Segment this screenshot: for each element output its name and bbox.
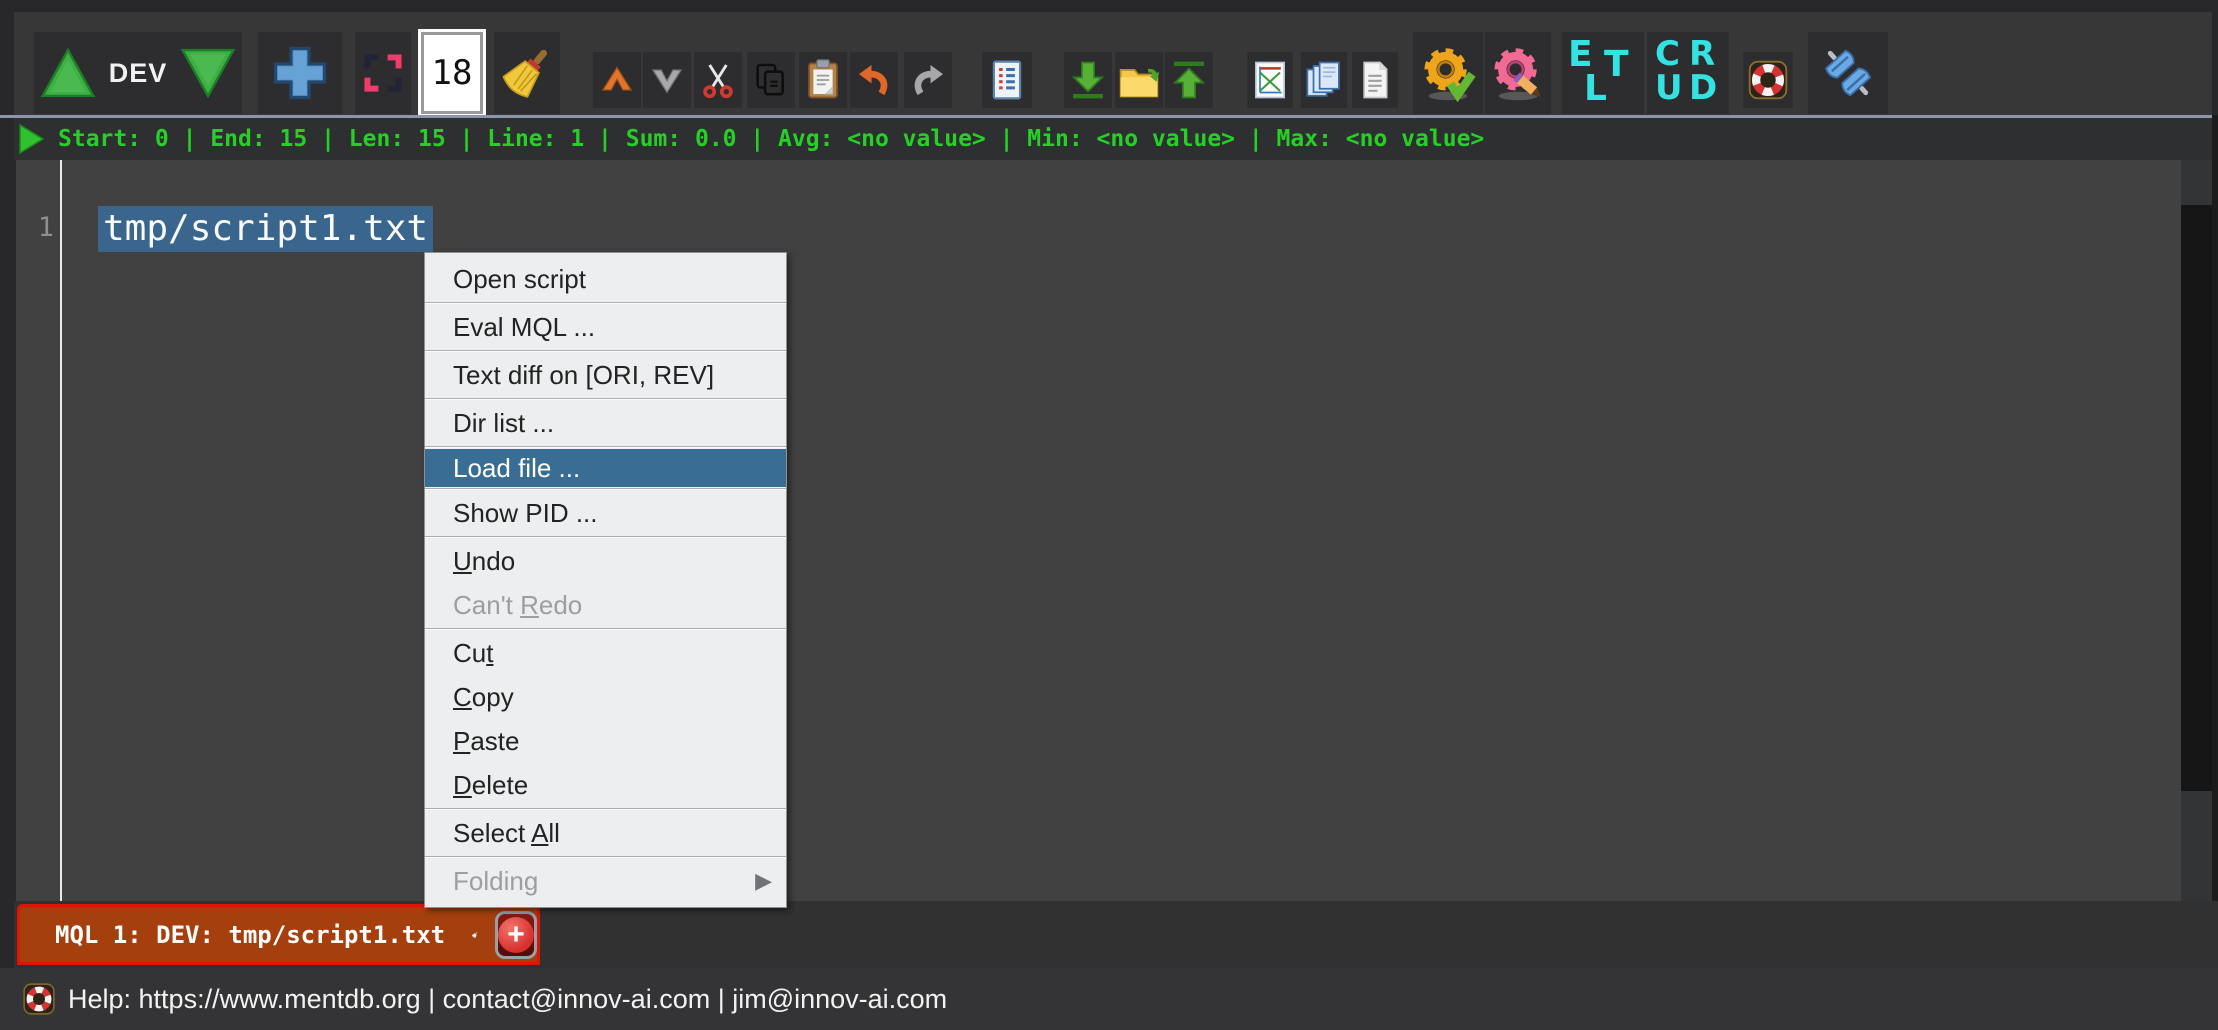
- menu-item-text-diff-on-ori-rev[interactable]: Text diff on [ORI, REV]: [425, 353, 786, 397]
- help-text: Help: https://www.mentdb.org | contact@i…: [68, 983, 948, 1014]
- menu-separator: [425, 398, 786, 400]
- menu-item-paste[interactable]: Paste: [425, 719, 786, 763]
- tab-bar: MQL 1: DEV: tmp/script1.txt +: [14, 901, 2218, 968]
- chart-button[interactable]: [1247, 52, 1293, 108]
- line-number: 1: [37, 212, 54, 243]
- document-list-icon: [986, 59, 1028, 101]
- selection-status-bar: Start: 0 | End: 15 | Len: 15 | Line: 1 |…: [14, 118, 2212, 160]
- chart-icon: [1250, 60, 1290, 100]
- lifebuoy-icon: [1746, 58, 1790, 102]
- plus-icon: [269, 42, 331, 104]
- menu-item-can-t-redo[interactable]: Can't Redo: [425, 583, 786, 627]
- crud-button-letters: CRUD: [1655, 34, 1718, 108]
- menu-separator: [425, 856, 786, 858]
- document-button[interactable]: [1352, 52, 1398, 108]
- redo-button[interactable]: [904, 52, 952, 108]
- menu-item-cut[interactable]: Cut: [425, 631, 786, 675]
- menu-item-load-file[interactable]: Load file ...: [425, 449, 786, 487]
- menu-separator: [425, 536, 786, 538]
- navigate-up-button[interactable]: [593, 52, 641, 108]
- tab-add-button[interactable]: +: [495, 910, 537, 959]
- folder-icon: [1117, 58, 1161, 102]
- tab-broom-icon[interactable]: [471, 913, 479, 957]
- open-folder-button[interactable]: [1115, 52, 1163, 108]
- code-editor[interactable]: 1 tmp/script1.txt: [16, 160, 2181, 901]
- pages-button[interactable]: [1301, 52, 1347, 108]
- font-size-value: 18: [418, 29, 486, 117]
- chevron-down-icon: [647, 60, 687, 100]
- cut-button[interactable]: [694, 52, 742, 108]
- plus-icon: +: [498, 916, 534, 953]
- lifebuoy-icon: [23, 983, 55, 1015]
- stacked-pages-icon: [1303, 59, 1345, 101]
- menu-item-dir-list[interactable]: Dir list ...: [425, 401, 786, 445]
- triangle-down-icon: [179, 44, 237, 102]
- menu-separator: [425, 302, 786, 304]
- scissors-icon: [698, 60, 738, 100]
- copy-button[interactable]: [747, 52, 795, 108]
- submenu-arrow-icon: ▶: [755, 868, 772, 893]
- menu-separator: [425, 628, 786, 630]
- undo-button[interactable]: [850, 52, 898, 108]
- clean-button[interactable]: [494, 32, 560, 114]
- redo-arrow-icon: [908, 60, 948, 100]
- document-icon: [1355, 60, 1395, 100]
- play-icon: [19, 124, 44, 154]
- menu-item-copy[interactable]: Copy: [425, 675, 786, 719]
- scrollbar-thumb[interactable]: [2181, 205, 2212, 791]
- menu-separator: [425, 488, 786, 490]
- gear-edit-icon: [1489, 44, 1547, 102]
- menu-separator: [425, 808, 786, 810]
- window-right-edge: [2212, 115, 2218, 901]
- menu-item-select-all[interactable]: Select All: [425, 811, 786, 855]
- tab-mql-1[interactable]: MQL 1: DEV: tmp/script1.txt +: [17, 904, 540, 965]
- selected-text: tmp/script1.txt: [98, 206, 434, 252]
- paste-button[interactable]: [799, 52, 847, 108]
- chevron-up-icon: [597, 60, 637, 100]
- plug-icon: [1819, 44, 1877, 102]
- gear-check-icon: [1419, 44, 1477, 102]
- new-script-button[interactable]: [258, 32, 342, 114]
- help-status-bar: Help: https://www.mentdb.org | contact@i…: [0, 968, 2218, 1030]
- menu-item-open-script[interactable]: Open script: [425, 257, 786, 301]
- download-arrow-icon: [1067, 59, 1109, 101]
- crud-button[interactable]: CRUD: [1647, 32, 1729, 114]
- vertical-scrollbar[interactable]: [2181, 160, 2212, 901]
- selection-corners-icon: [361, 51, 405, 95]
- elt-button[interactable]: ETL: [1562, 32, 1644, 114]
- toolbar: DEV 18 E T L C R U D: [14, 12, 2212, 117]
- menu-item-undo[interactable]: Undo: [425, 539, 786, 583]
- copy-icon: [751, 60, 791, 100]
- elt-button-letters: ETL: [1568, 34, 1629, 109]
- navigate-down-button[interactable]: [643, 52, 691, 108]
- editor-context-menu: Open script Eval MQL ... Text diff on [ORI…: [424, 252, 787, 908]
- help-button[interactable]: [1743, 52, 1793, 108]
- export-button[interactable]: [1165, 52, 1213, 108]
- env-switcher-button[interactable]: DEV: [34, 32, 242, 114]
- connector-button[interactable]: [1808, 32, 1888, 114]
- menu-item-folding[interactable]: Folding ▶: [425, 859, 786, 903]
- menu-item-eval-mql[interactable]: Eval MQL ...: [425, 305, 786, 349]
- undo-arrow-icon: [854, 60, 894, 100]
- status-text: Start: 0 | End: 15 | Len: 15 | Line: 1 |…: [58, 126, 1485, 152]
- process-run-button[interactable]: [1413, 32, 1483, 114]
- menu-separator: [425, 446, 786, 448]
- menu-separator: [425, 350, 786, 352]
- gutter-separator: [60, 160, 62, 901]
- process-edit-button[interactable]: [1485, 32, 1551, 114]
- menu-item-show-pid[interactable]: Show PID ...: [425, 491, 786, 535]
- tab-label: MQL 1: DEV: tmp/script1.txt: [55, 920, 446, 949]
- execute-log-button[interactable]: [982, 52, 1032, 108]
- selection-frame-button[interactable]: [355, 32, 411, 114]
- broom-icon: [500, 46, 554, 100]
- triangle-up-icon: [39, 44, 97, 102]
- clipboard-icon: [802, 59, 844, 101]
- menu-item-delete[interactable]: Delete: [425, 763, 786, 807]
- env-label: DEV: [108, 57, 168, 88]
- font-size-box[interactable]: 18: [418, 29, 486, 117]
- import-button[interactable]: [1064, 52, 1112, 108]
- upload-arrow-icon: [1168, 59, 1210, 101]
